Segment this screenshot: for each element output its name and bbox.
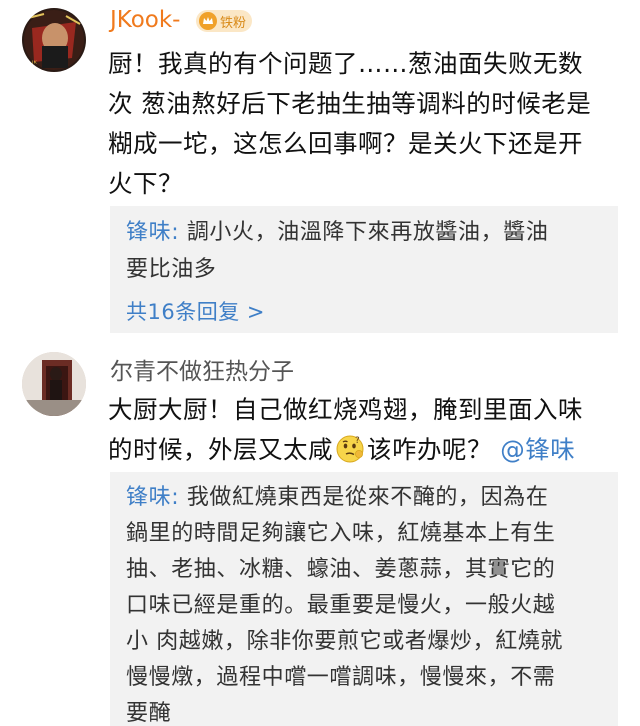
avatar[interactable] [22, 352, 86, 416]
comment-text-segment: 的时候，外层又太咸 [108, 435, 333, 464]
reply-line: 口味已經是重的。最重要是慢火，一般火越 [126, 593, 556, 618]
reply-box[interactable]: 锋味: 調小火，油溫降下來再放醬油，醬油 要比油多 共16条回复 > [110, 206, 618, 333]
comment-text-line: 次 葱油熬好后下老抽生抽等调料的时候老是 [108, 89, 592, 118]
reply-text: 锋味: 我做紅燒東西是從來不醃的，因為在 鍋里的時間足夠讓它入味，紅燒基本上有生… [126, 480, 606, 726]
more-replies-link[interactable]: 共16条回复 > [126, 296, 265, 326]
reply-author[interactable]: 锋味 [126, 220, 171, 245]
comment-item-2: 尔青不做狂热分子 大厨大厨！自己做红烧鸡翅，腌到里面入味 的时候，外层又太咸 ?… [0, 340, 640, 726]
comment-item-1: ᴶᴷ JKook- 铁粉 厨！我真的有个问题了……葱油面失败无数 次 葱油熬好后… [0, 0, 640, 340]
svg-text:ᴶᴷ: ᴶᴷ [31, 59, 37, 68]
reply-text: 锋味: 調小火，油溫降下來再放醬油，醬油 要比油多 [126, 214, 606, 288]
reply-separator: : [171, 485, 187, 510]
reply-separator: : [171, 220, 187, 245]
svg-text:?: ? [355, 436, 360, 446]
comment-thread: ᴶᴷ JKook- 铁粉 厨！我真的有个问题了……葱油面失败无数 次 葱油熬好后… [0, 0, 640, 726]
reply-line: 鍋里的時間足夠讓它入味，紅燒基本上有生 [126, 521, 556, 546]
reply-line: 要比油多 [126, 257, 217, 282]
reply-line: 要醃 [126, 701, 172, 726]
reply-line: 抽、老抽、冰糖、蠔油、姜蔥蒜，其實它的 [126, 557, 556, 582]
username[interactable]: JKook- [110, 7, 180, 33]
crown-icon [199, 12, 217, 30]
reply-line-text: 我做紅燒東西是從來不醃的，因為在 [186, 485, 549, 510]
fan-badge: 铁粉 [196, 10, 253, 32]
comment-text-line: 大厨大厨！自己做红烧鸡翅，腌到里面入味 [108, 395, 583, 424]
username[interactable]: 尔青不做狂热分子 [110, 352, 294, 386]
reply-line: 锋味: 我做紅燒東西是從來不醃的，因為在 [126, 480, 606, 516]
comment-text-line: 的时候，外层又太咸 ? 该咋办呢？ @锋味 [108, 430, 628, 470]
mention-link[interactable]: @锋味 [500, 435, 575, 464]
reply-line: 小 肉越嫩，除非你要煎它或者爆炒，紅燒就 [126, 629, 563, 654]
comment-text-segment: 该咋办呢？ [367, 435, 492, 464]
reply-line-text: 調小火，油溫降下來再放醬油，醬油 [186, 220, 549, 245]
comment-text-line: 厨！我真的有个问题了……葱油面失败无数 [108, 49, 583, 78]
comment-text: 大厨大厨！自己做红烧鸡翅，腌到里面入味 的时候，外层又太咸 ? 该咋办呢？ @锋… [108, 390, 628, 470]
comment-text-line: 火下？ [108, 169, 183, 198]
comment-text-line: 糊成一坨，这怎么回事啊？是关火下还是开 [108, 129, 583, 158]
avatar[interactable]: ᴶᴷ [22, 8, 86, 72]
reply-line: 锋味: 調小火，油溫降下來再放醬油，醬油 [126, 214, 606, 251]
thinking-face-emoji: ? [336, 435, 364, 463]
reply-box[interactable]: 锋味: 我做紅燒東西是從來不醃的，因為在 鍋里的時間足夠讓它入味，紅燒基本上有生… [110, 472, 618, 726]
reply-author[interactable]: 锋味 [126, 485, 171, 510]
comment-text: 厨！我真的有个问题了……葱油面失败无数 次 葱油熬好后下老抽生抽等调料的时候老是… [108, 44, 628, 204]
badge-label: 铁粉 [220, 15, 247, 31]
reply-line: 慢慢燉，過程中嚐一嚐調味，慢慢來，不需 [126, 665, 556, 690]
